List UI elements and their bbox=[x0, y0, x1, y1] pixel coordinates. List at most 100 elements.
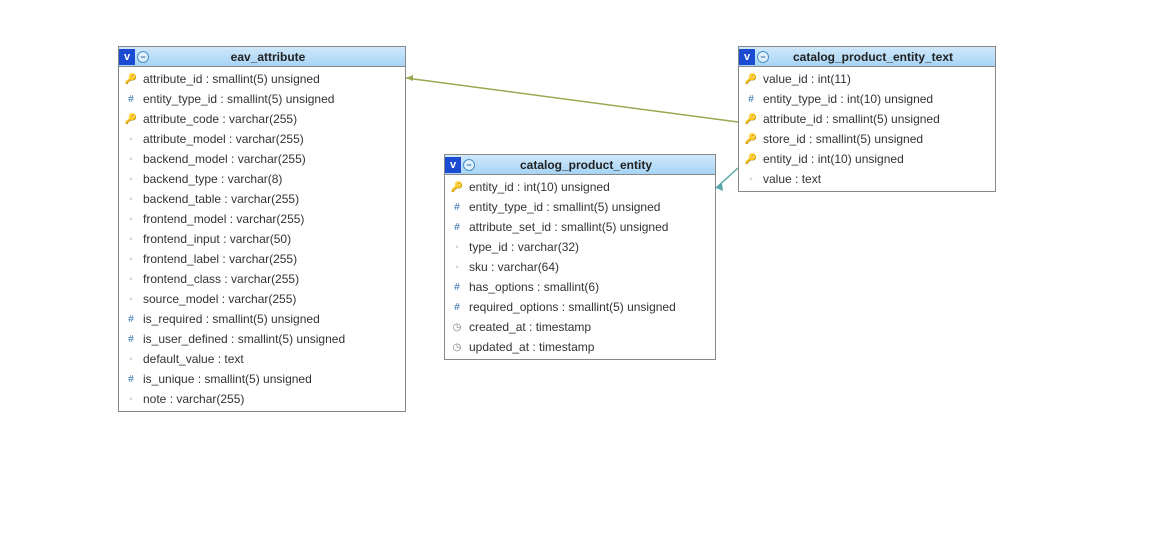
index-icon: # bbox=[451, 301, 463, 313]
column-text: backend_model : varchar(255) bbox=[143, 152, 306, 166]
column-row[interactable]: #has_options : smallint(6) bbox=[445, 277, 715, 297]
nullable-icon: ◦ bbox=[125, 213, 137, 225]
key-icon: 🔑 bbox=[451, 181, 463, 193]
nullable-icon: ◦ bbox=[125, 153, 137, 165]
collapse-icon[interactable]: − bbox=[463, 159, 475, 171]
column-row[interactable]: 🔑attribute_code : varchar(255) bbox=[119, 109, 405, 129]
column-text: frontend_label : varchar(255) bbox=[143, 252, 297, 266]
column-row[interactable]: ◦ frontend_label : varchar(255) bbox=[119, 249, 405, 269]
column-row[interactable]: ◦ backend_model : varchar(255) bbox=[119, 149, 405, 169]
column-row[interactable]: 🔑value_id : int(11) bbox=[739, 69, 995, 89]
index-icon: # bbox=[125, 333, 137, 345]
column-row[interactable]: ◦ backend_table : varchar(255) bbox=[119, 189, 405, 209]
column-text: required_options : smallint(5) unsigned bbox=[469, 300, 676, 314]
column-text: has_options : smallint(6) bbox=[469, 280, 599, 294]
column-row[interactable]: #attribute_set_id : smallint(5) unsigned bbox=[445, 217, 715, 237]
table-title: eav_attribute bbox=[155, 50, 401, 64]
index-icon: # bbox=[745, 93, 757, 105]
column-row[interactable]: ◷ updated_at : timestamp bbox=[445, 337, 715, 357]
column-text: source_model : varchar(255) bbox=[143, 292, 296, 306]
key-icon: 🔑 bbox=[745, 113, 757, 125]
column-row[interactable]: # entity_type_id : smallint(5) unsigned bbox=[119, 89, 405, 109]
key-icon: 🔑 bbox=[745, 153, 757, 165]
timestamp-icon: ◷ bbox=[451, 341, 463, 353]
column-text: attribute_code : varchar(255) bbox=[143, 112, 297, 126]
nullable-icon: ◦ bbox=[125, 233, 137, 245]
column-text: attribute_id : smallint(5) unsigned bbox=[143, 72, 320, 86]
nullable-icon: ◦ bbox=[125, 293, 137, 305]
column-text: entity_type_id : int(10) unsigned bbox=[763, 92, 933, 106]
table-catalog-product-entity-text[interactable]: v − catalog_product_entity_text 🔑value_i… bbox=[738, 46, 996, 192]
table-title: catalog_product_entity bbox=[481, 158, 711, 172]
column-text: updated_at : timestamp bbox=[469, 340, 594, 354]
arrowhead-eav bbox=[406, 75, 413, 81]
table-title: catalog_product_entity_text bbox=[775, 50, 991, 64]
collapse-icon[interactable]: − bbox=[137, 51, 149, 63]
column-row[interactable]: 🔑 attribute_id : smallint(5) unsigned bbox=[739, 109, 995, 129]
connector-eav-to-cpet bbox=[406, 78, 738, 122]
column-row[interactable]: ◦ frontend_model : varchar(255) bbox=[119, 209, 405, 229]
column-row[interactable]: ◦ source_model : varchar(255) bbox=[119, 289, 405, 309]
column-text: attribute_id : smallint(5) unsigned bbox=[763, 112, 940, 126]
table-body: 🔑 attribute_id : smallint(5) unsigned # ent… bbox=[119, 67, 405, 411]
column-text: frontend_class : varchar(255) bbox=[143, 272, 299, 286]
column-text: backend_type : varchar(8) bbox=[143, 172, 282, 186]
column-text: created_at : timestamp bbox=[469, 320, 591, 334]
column-text: value : text bbox=[763, 172, 821, 186]
table-body: 🔑 entity_id : int(10) unsigned #entity_typ… bbox=[445, 175, 715, 359]
index-icon: # bbox=[125, 93, 137, 105]
table-header[interactable]: v − catalog_product_entity_text bbox=[739, 47, 995, 67]
column-text: is_required : smallint(5) unsigned bbox=[143, 312, 320, 326]
nullable-icon: ◦ bbox=[125, 133, 137, 145]
key-icon: 🔑 bbox=[125, 73, 137, 85]
column-row[interactable]: 🔑 entity_id : int(10) unsigned bbox=[445, 177, 715, 197]
column-text: default_value : text bbox=[143, 352, 244, 366]
table-catalog-product-entity[interactable]: v − catalog_product_entity 🔑 entity_id : … bbox=[444, 154, 716, 360]
view-icon: v bbox=[739, 49, 755, 65]
er-diagram-canvas: v − eav_attribute 🔑 attribute_id : smalli… bbox=[0, 0, 1150, 550]
column-row[interactable]: # required_options : smallint(5) unsigned bbox=[445, 297, 715, 317]
column-row[interactable]: 🔑 store_id : smallint(5) unsigned bbox=[739, 129, 995, 149]
column-row[interactable]: #is_unique : smallint(5) unsigned bbox=[119, 369, 405, 389]
collapse-icon[interactable]: − bbox=[757, 51, 769, 63]
nullable-icon: ◦ bbox=[125, 193, 137, 205]
column-row[interactable]: ◦backend_type : varchar(8) bbox=[119, 169, 405, 189]
column-row[interactable]: #entity_type_id : smallint(5) unsigned bbox=[445, 197, 715, 217]
column-text: entity_id : int(10) unsigned bbox=[763, 152, 904, 166]
column-row[interactable]: 🔑 entity_id : int(10) unsigned bbox=[739, 149, 995, 169]
column-row[interactable]: # is_user_defined : smallint(5) unsigned bbox=[119, 329, 405, 349]
column-text: entity_id : int(10) unsigned bbox=[469, 180, 610, 194]
column-row[interactable]: ◦default_value : text bbox=[119, 349, 405, 369]
table-header[interactable]: v − catalog_product_entity bbox=[445, 155, 715, 175]
nullable-icon: ◦ bbox=[125, 273, 137, 285]
column-row[interactable]: ◦note : varchar(255) bbox=[119, 389, 405, 409]
table-eav-attribute[interactable]: v − eav_attribute 🔑 attribute_id : smalli… bbox=[118, 46, 406, 412]
column-row[interactable]: ◦value : text bbox=[739, 169, 995, 189]
column-row[interactable]: ◦ frontend_class : varchar(255) bbox=[119, 269, 405, 289]
column-row[interactable]: ◦sku : varchar(64) bbox=[445, 257, 715, 277]
table-body: 🔑value_id : int(11)#entity_type_id : int… bbox=[739, 67, 995, 191]
nullable-icon: ◦ bbox=[451, 241, 463, 253]
column-row[interactable]: ◷ created_at : timestamp bbox=[445, 317, 715, 337]
column-row[interactable]: 🔑 attribute_id : smallint(5) unsigned bbox=[119, 69, 405, 89]
column-text: type_id : varchar(32) bbox=[469, 240, 579, 254]
column-text: value_id : int(11) bbox=[763, 72, 851, 86]
nullable-icon: ◦ bbox=[125, 253, 137, 265]
column-row[interactable]: ◦ type_id : varchar(32) bbox=[445, 237, 715, 257]
key-icon: 🔑 bbox=[745, 133, 757, 145]
connector-cpe-to-cpet bbox=[716, 168, 738, 188]
column-text: backend_table : varchar(255) bbox=[143, 192, 299, 206]
column-text: store_id : smallint(5) unsigned bbox=[763, 132, 923, 146]
column-row[interactable]: ◦frontend_input : varchar(50) bbox=[119, 229, 405, 249]
timestamp-icon: ◷ bbox=[451, 321, 463, 333]
column-text: is_user_defined : smallint(5) unsigned bbox=[143, 332, 345, 346]
column-row[interactable]: ◦ attribute_model : varchar(255) bbox=[119, 129, 405, 149]
column-row[interactable]: #is_required : smallint(5) unsigned bbox=[119, 309, 405, 329]
column-text: frontend_model : varchar(255) bbox=[143, 212, 304, 226]
column-text: attribute_set_id : smallint(5) unsigned bbox=[469, 220, 668, 234]
view-icon: v bbox=[119, 49, 135, 65]
table-header[interactable]: v − eav_attribute bbox=[119, 47, 405, 67]
column-text: attribute_model : varchar(255) bbox=[143, 132, 304, 146]
column-text: entity_type_id : smallint(5) unsigned bbox=[143, 92, 334, 106]
column-row[interactable]: # entity_type_id : int(10) unsigned bbox=[739, 89, 995, 109]
